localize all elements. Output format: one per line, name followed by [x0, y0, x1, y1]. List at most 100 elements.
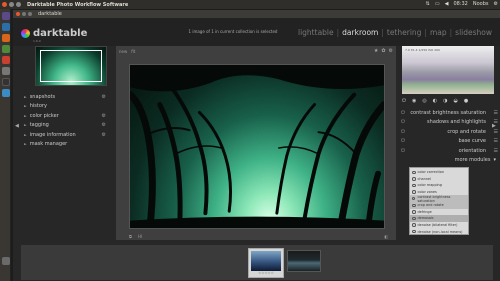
more-modules-row[interactable]: more modules ▾: [399, 156, 500, 164]
expand-arrow-icon: ►: [24, 113, 27, 118]
gear-icon[interactable]: ⚙: [102, 132, 106, 138]
left-panel: ► snapshots ⚙ ► history ► color picker ⚙…: [21, 46, 111, 206]
power-icon[interactable]: ⏻: [401, 129, 405, 135]
dropdown-item[interactable]: color mapping: [410, 182, 468, 189]
terminal-icon[interactable]: [1, 78, 10, 86]
module-icon: [412, 210, 416, 214]
group-color-icon[interactable]: ◑: [443, 98, 447, 104]
zoom-label[interactable]: new: [119, 49, 127, 54]
dropdown-item[interactable]: crop and rotate: [410, 201, 468, 209]
presets-icon[interactable]: ☰: [494, 110, 498, 116]
navigation-thumbnail[interactable]: [35, 46, 107, 86]
fit-label[interactable]: fit: [131, 49, 135, 54]
group-tone-icon[interactable]: ◐: [433, 98, 437, 104]
dropdown-item[interactable]: demosaic: [410, 215, 468, 222]
power-icon[interactable]: ⏻: [401, 148, 405, 154]
gear-icon[interactable]: ⚙: [102, 113, 106, 119]
window-controls: [2, 2, 21, 7]
dropdown-item[interactable]: channel: [410, 176, 468, 183]
module-contrast-brightness-saturation[interactable]: ⏻ contrast brightness saturation ☰: [399, 108, 500, 118]
gear-icon[interactable]: ⚙: [102, 94, 106, 100]
softproof-toggle[interactable]: HI: [138, 234, 142, 239]
histogram[interactable]: 7.0 f/1.4 1/250 ISO 200: [402, 46, 494, 94]
main-photo[interactable]: [129, 64, 385, 229]
dropdown-item[interactable]: color correction: [410, 169, 468, 176]
view-tethering[interactable]: tethering: [387, 28, 422, 37]
filmstrip-thumbnail-selected[interactable]: ☆☆☆☆☆: [248, 248, 284, 278]
module-icon: [412, 177, 416, 181]
view-lighttable[interactable]: lighttable: [298, 28, 334, 37]
darktable-launcher-icon[interactable]: [1, 89, 10, 97]
app-name: darktable: [33, 28, 88, 39]
close-icon[interactable]: [2, 2, 7, 7]
group-active-icon[interactable]: ◉: [412, 98, 416, 104]
minimize-icon[interactable]: [9, 2, 14, 7]
firefox-icon[interactable]: [1, 34, 10, 42]
software-center-icon[interactable]: [1, 56, 10, 64]
module-icon: [412, 229, 416, 234]
window-title: darktable: [38, 11, 62, 17]
network-icon[interactable]: ⇅: [426, 1, 430, 7]
collapse-right-arrow-icon[interactable]: ▶: [492, 123, 496, 129]
maximize-icon[interactable]: [16, 2, 21, 7]
dropdown-item[interactable]: contrast brightness saturation: [410, 195, 468, 203]
module-orientation[interactable]: ⏻ orientation ☰: [399, 146, 500, 156]
dropdown-item[interactable]: defringe: [410, 209, 468, 216]
second-window-icon[interactable]: ◧: [384, 234, 388, 239]
gear-icon[interactable]: ✿: [381, 48, 385, 54]
power-icon[interactable]: ⏻: [402, 98, 406, 104]
header: darktable 1.6.9 1 image of 1 in current …: [13, 18, 500, 46]
files-icon[interactable]: [1, 23, 10, 31]
user-menu[interactable]: Noobs: [473, 1, 489, 7]
dt-maximize-icon[interactable]: [28, 12, 32, 16]
dash-icon[interactable]: [1, 12, 10, 20]
module-icon: [412, 170, 416, 175]
module-icon: [412, 203, 416, 208]
more-modules-label[interactable]: more modules: [455, 157, 491, 163]
view-darkroom[interactable]: darkroom: [342, 28, 378, 37]
dt-minimize-icon[interactable]: [22, 12, 26, 16]
dropdown-item[interactable]: denoise (bilateral filter): [410, 222, 468, 229]
module-color-picker[interactable]: ► color picker ⚙: [21, 111, 111, 121]
star-rating[interactable]: ☆☆☆☆☆: [251, 271, 281, 275]
module-icon: [412, 196, 416, 201]
group-basic-icon[interactable]: ◎: [422, 98, 426, 104]
module-image-information[interactable]: ► image information ⚙: [21, 130, 111, 140]
power-icon[interactable]: ⏻: [401, 110, 405, 116]
module-shadows-and-highlights[interactable]: ⏻ shadows and highlights ☰: [399, 118, 500, 128]
dropdown-item[interactable]: denoise (non-local means): [410, 228, 468, 235]
power-icon[interactable]: ⏻: [401, 138, 405, 144]
dt-close-icon[interactable]: [16, 12, 20, 16]
clock[interactable]: 08:32: [453, 1, 467, 7]
module-base-curve[interactable]: ⏻ base curve ☰: [399, 137, 500, 147]
view-map[interactable]: map: [430, 28, 447, 37]
trash-icon[interactable]: [1, 257, 10, 265]
module-history[interactable]: ► history: [21, 102, 111, 112]
settings-icon[interactable]: [1, 67, 10, 75]
module-tagging[interactable]: ► tagging ⚙: [21, 121, 111, 131]
star-icon[interactable]: ★: [374, 48, 378, 54]
module-snapshots[interactable]: ► snapshots ⚙: [21, 92, 111, 102]
overexposed-toggle[interactable]: ⧉: [129, 234, 132, 239]
settings-icon[interactable]: ⚙: [389, 48, 393, 54]
group-effect-icon[interactable]: ●: [464, 98, 468, 104]
group-correct-icon[interactable]: ◒: [453, 98, 457, 104]
libreoffice-icon[interactable]: [1, 45, 10, 53]
power-icon[interactable]: ⚙: [494, 1, 498, 7]
presets-icon[interactable]: ☰: [494, 138, 498, 144]
gear-icon[interactable]: ⚙: [102, 122, 106, 128]
view-slideshow[interactable]: slideshow: [455, 28, 492, 37]
power-icon[interactable]: ⏻: [401, 119, 405, 125]
battery-icon[interactable]: ▭: [435, 1, 440, 7]
volume-icon[interactable]: ◀: [445, 1, 449, 7]
filmstrip-thumbnail[interactable]: [287, 250, 321, 272]
navigation-viewport-box[interactable]: [40, 50, 102, 82]
app-logo: darktable 1.6.9: [21, 28, 88, 43]
module-mask-manager[interactable]: ► mask manager: [21, 140, 111, 150]
system-tray: ⇅ ▭ ◀ 08:32 Noobs ⚙: [426, 1, 498, 7]
module-crop-and-rotate[interactable]: ⏻ crop and rotate ☰: [399, 127, 500, 137]
presets-icon[interactable]: ☰: [494, 129, 498, 135]
collapse-left-arrow-icon[interactable]: ◀: [15, 123, 19, 129]
chevron-down-icon[interactable]: ▾: [493, 157, 496, 163]
presets-icon[interactable]: ☰: [494, 148, 498, 154]
